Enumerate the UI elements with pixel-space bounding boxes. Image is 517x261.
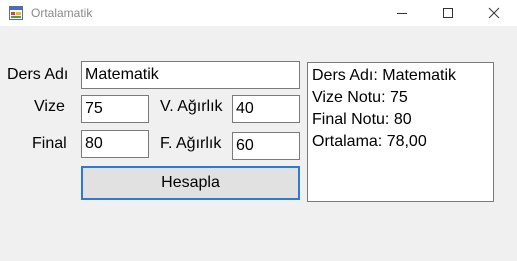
app-icon xyxy=(9,6,23,20)
calculate-button[interactable]: Hesapla xyxy=(81,166,300,200)
close-icon xyxy=(488,7,500,19)
midterm-grade-input[interactable]: 75 xyxy=(81,95,149,123)
final-weight-input[interactable]: 60 xyxy=(232,132,300,160)
window-title: Ortalamatik xyxy=(31,6,93,20)
midterm-weight-label: V. Ağırlık xyxy=(160,98,223,115)
result-line-midterm: Vize Notu: 75 xyxy=(312,89,408,106)
minimize-button[interactable] xyxy=(379,0,425,26)
course-name-input[interactable]: Matematik xyxy=(81,61,300,89)
final-grade-input[interactable]: 80 xyxy=(81,130,149,158)
course-name-label: Ders Adı xyxy=(7,66,69,83)
result-line-average: Ortalama: 78,00 xyxy=(312,133,427,150)
maximize-icon xyxy=(443,8,453,18)
app-window: Ortalamatik Ders Adı Matematik Vize 75 V… xyxy=(0,0,517,261)
midterm-label: Vize xyxy=(34,98,65,115)
midterm-weight-input[interactable]: 40 xyxy=(232,95,300,123)
final-weight-label: F. Ağırlık xyxy=(160,135,222,152)
title-bar[interactable]: Ortalamatik xyxy=(0,0,517,26)
close-button[interactable] xyxy=(471,0,517,26)
result-line-course: Ders Adı: Matematik xyxy=(312,67,457,84)
maximize-button[interactable] xyxy=(425,0,471,26)
results-listbox[interactable]: Ders Adı: Matematik Vize Notu: 75 Final … xyxy=(307,62,494,202)
final-label: Final xyxy=(32,135,67,152)
result-line-final: Final Notu: 80 xyxy=(312,111,412,128)
minimize-icon xyxy=(397,13,407,14)
